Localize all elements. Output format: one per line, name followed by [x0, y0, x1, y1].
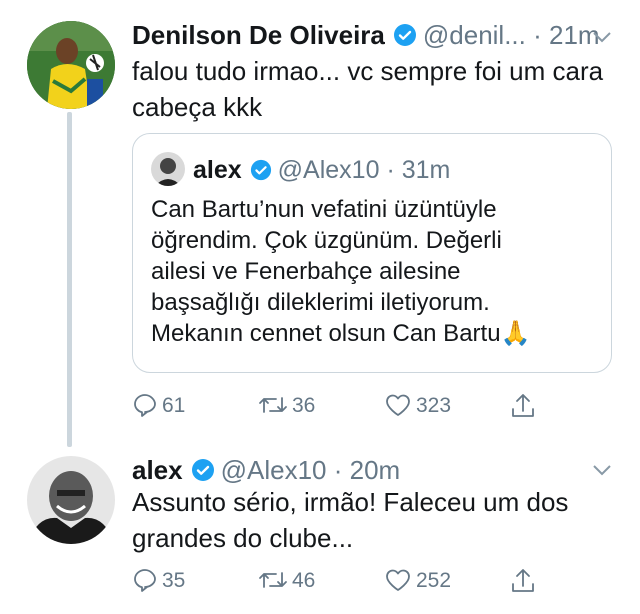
reply-icon [134, 394, 156, 417]
avatar[interactable] [27, 21, 115, 109]
display-name: alex [193, 156, 242, 184]
avatar[interactable] [27, 456, 115, 544]
retweet-count: 36 [292, 394, 316, 417]
tweet-text-line: grandes do clube... [132, 523, 354, 553]
chevron-down-icon[interactable] [592, 463, 612, 482]
tweet-text-line: cabeça kkk [132, 92, 263, 122]
reply-count: 61 [162, 394, 186, 417]
reply-button[interactable]: 61 [132, 392, 185, 418]
retweet-button[interactable]: 46 [258, 567, 315, 593]
heart-icon [386, 394, 410, 416]
tweet-denilson[interactable]: Denilson De Oliveira @denil... · 21m falo… [0, 0, 640, 450]
handle: @Alex10 [277, 156, 380, 184]
timestamp: · 31m [386, 156, 451, 184]
praying-hands-emoji: 🙏 [500, 320, 531, 347]
handle[interactable]: @denil... [423, 20, 526, 50]
tweet-text-line: ailesi ve Fenerbahçe ailesine [151, 258, 461, 285]
reply-button[interactable]: 35 [132, 567, 185, 593]
tweet-text-line: Mekanın cennet olsun Can Bartu🙏 [151, 318, 601, 349]
timestamp[interactable]: · 21m [533, 20, 599, 50]
tweet-text-line: başsağlığı dileklerimi iletiyorum. [151, 289, 490, 316]
reply-count: 35 [162, 569, 186, 592]
chevron-down-icon[interactable] [592, 30, 612, 49]
tweet-actions: 61 36 323 [132, 392, 552, 422]
retweet-count: 46 [292, 569, 316, 592]
tweet-alex[interactable]: alex @Alex10 · 20m Assunto sério, irmão! … [0, 450, 640, 614]
tweet-text-line: falou tudo irmao... vc sempre foi um car… [132, 56, 604, 86]
avatar-image [27, 456, 115, 544]
tweet-text: falou tudo irmao... vc sempre foi um car… [132, 53, 603, 125]
like-count: 323 [416, 394, 452, 417]
quoted-tweet-text: Can Bartu’nun vefatini üzüntüyle öğrendi… [151, 194, 601, 349]
tweet-text-line: öğrendim. Çok üzgünüm. Değerli [151, 227, 502, 254]
display-name[interactable]: alex [132, 455, 183, 485]
tweet-text-line-text: Mekanın cennet olsun Can Bartu [151, 320, 501, 347]
share-button[interactable] [510, 392, 540, 420]
verified-badge-icon [393, 22, 417, 54]
heart-icon [386, 569, 410, 591]
quoted-tweet[interactable]: alex @Alex10 · 31m Can Bartu’nun vefatini… [132, 133, 612, 373]
timestamp[interactable]: · 20m [334, 455, 400, 485]
tweet-text-line: Can Bartu’nun vefatini üzüntüyle [151, 196, 497, 223]
tweet-actions: 35 46 252 [132, 567, 552, 597]
share-icon [512, 394, 534, 417]
retweet-icon [259, 397, 287, 413]
tweet-text: Assunto sério, irmão! Faleceu um dos gra… [132, 484, 568, 556]
reply-icon [134, 569, 156, 592]
handle[interactable]: @Alex10 [221, 455, 327, 485]
retweet-button[interactable]: 36 [258, 392, 315, 418]
share-icon [512, 569, 534, 592]
retweet-icon [259, 572, 287, 588]
avatar-image [27, 21, 115, 109]
tweet-header: Denilson De Oliveira @denil... · 21m [132, 19, 600, 54]
like-button[interactable]: 252 [384, 567, 451, 593]
like-count: 252 [416, 569, 452, 592]
tweet-text-line: Assunto sério, irmão! Faleceu um dos [132, 487, 569, 517]
display-name[interactable]: Denilson De Oliveira [132, 20, 385, 50]
share-button[interactable] [510, 567, 540, 595]
like-button[interactable]: 323 [384, 392, 451, 418]
avatar [151, 152, 185, 186]
verified-badge-icon [250, 158, 272, 188]
quoted-tweet-header: alex @Alex10 · 31m [151, 152, 450, 188]
